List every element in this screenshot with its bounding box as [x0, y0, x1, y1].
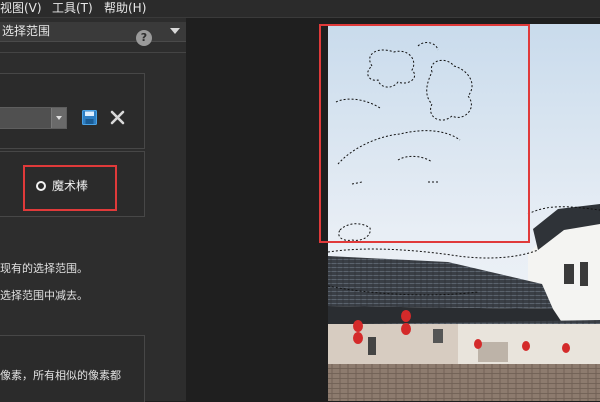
chevron-down-icon[interactable] — [170, 28, 180, 34]
menu-help[interactable]: 帮助(H) — [104, 0, 146, 17]
close-icon[interactable] — [110, 110, 125, 125]
desc-line: 选择范围中减去。 — [0, 289, 88, 302]
divider — [0, 52, 186, 53]
save-icon[interactable] — [82, 110, 97, 125]
panel-header[interactable]: 选择范围 — [0, 22, 186, 42]
highlight-box — [319, 24, 530, 243]
highlight-box — [23, 165, 117, 211]
menu-tools[interactable]: 工具(T) — [52, 0, 93, 17]
menu-bar: 视图(V) 工具(T) 帮助(H) — [0, 0, 600, 18]
help-icon[interactable]: ? — [136, 30, 152, 46]
desc-line: 像素，所有相似的像素都 — [0, 369, 121, 382]
dropdown-arrow-icon[interactable] — [51, 108, 66, 128]
panel-title: 选择范围 — [2, 24, 51, 38]
selection-mode-dropdown[interactable] — [0, 107, 67, 129]
desc-line: 现有的选择范围。 — [0, 262, 88, 275]
menu-view[interactable]: 视图(V) — [0, 0, 42, 17]
